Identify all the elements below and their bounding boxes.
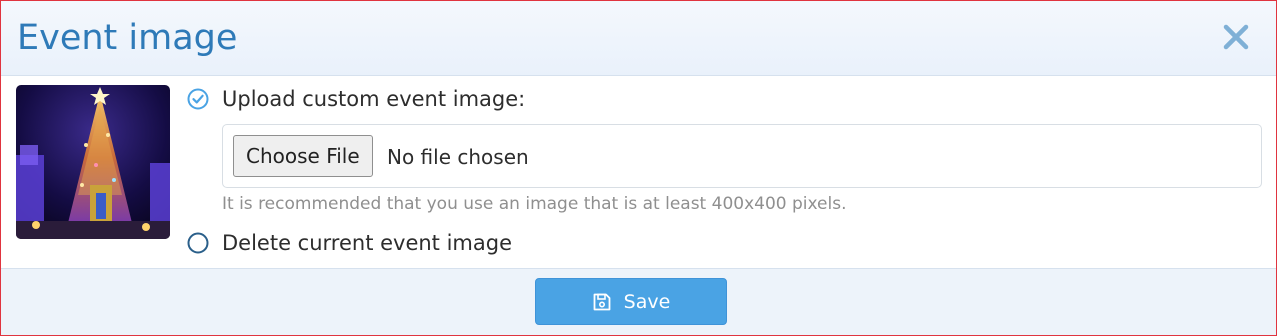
file-status: No file chosen bbox=[387, 145, 529, 169]
dialog-header: Event image bbox=[1, 1, 1276, 76]
event-image-dialog: Event image Upload custom event image: C… bbox=[0, 0, 1277, 336]
choose-file-button[interactable]: Choose File bbox=[233, 135, 373, 177]
upload-option[interactable]: Upload custom event image: bbox=[187, 87, 525, 111]
file-input[interactable]: Choose File No file chosen bbox=[222, 124, 1262, 188]
save-button[interactable]: Save bbox=[535, 278, 727, 325]
dialog-title: Event image bbox=[17, 18, 238, 58]
event-image-thumbnail bbox=[16, 85, 170, 239]
delete-option-label: Delete current event image bbox=[222, 231, 513, 255]
save-button-label: Save bbox=[623, 290, 671, 313]
image-size-hint: It is recommended that you use an image … bbox=[222, 194, 847, 214]
close-icon[interactable] bbox=[1222, 23, 1250, 51]
radio-empty-icon[interactable] bbox=[187, 232, 209, 254]
floppy-disk-icon bbox=[593, 293, 611, 310]
dialog-footer: Save bbox=[1, 268, 1276, 335]
check-circle-icon[interactable] bbox=[187, 88, 209, 110]
delete-option[interactable]: Delete current event image bbox=[187, 231, 512, 255]
upload-option-label: Upload custom event image: bbox=[222, 87, 526, 111]
